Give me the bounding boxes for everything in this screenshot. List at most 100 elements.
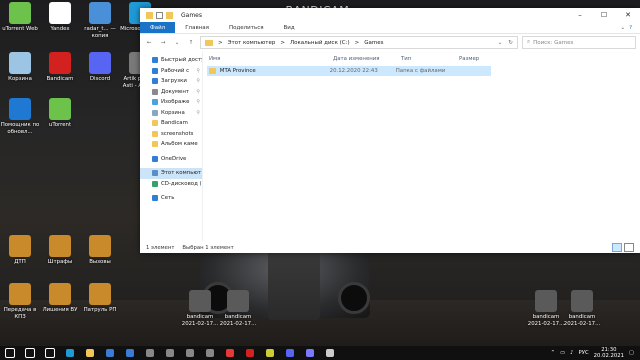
column-name[interactable]: Имя bbox=[207, 56, 333, 62]
sidebar-item[interactable]: Рабочий с ⚲ bbox=[140, 66, 202, 77]
desktop-icon[interactable]: Yandex bbox=[40, 2, 80, 33]
tab-share[interactable]: Поделиться bbox=[219, 22, 274, 33]
desktop-icon[interactable]: bandicam 2021-02-17... bbox=[180, 290, 220, 327]
language-indicator[interactable]: РУС bbox=[579, 350, 589, 356]
clock[interactable]: 21:30 20.02.2021 bbox=[594, 347, 624, 359]
refresh-icon[interactable]: ↻ bbox=[508, 40, 513, 46]
forward-button[interactable]: → bbox=[158, 40, 168, 46]
new-folder-icon[interactable] bbox=[166, 11, 173, 19]
desktop-icon[interactable]: bandicam 2021-02-17... bbox=[218, 290, 258, 327]
expand-ribbon-icon[interactable]: ⌄ bbox=[620, 25, 625, 31]
tab-home[interactable]: Главная bbox=[175, 22, 219, 33]
taskbar-yandex-button[interactable] bbox=[220, 346, 240, 360]
large-icons-view-button[interactable] bbox=[624, 243, 634, 252]
sidebar-item-label: Сеть bbox=[161, 195, 175, 202]
minimize-button[interactable]: – bbox=[568, 11, 592, 19]
taskbar-start-button[interactable] bbox=[0, 346, 20, 360]
desktop-icon[interactable]: Штрафы bbox=[40, 235, 80, 266]
desktop-icon[interactable]: Discord bbox=[80, 52, 120, 83]
desktop-icon[interactable]: ДТП bbox=[0, 235, 40, 266]
title-bar[interactable]: Games – ☐ ✕ bbox=[140, 8, 640, 22]
network-icon[interactable]: ▭ bbox=[560, 350, 565, 356]
breadcrumb-games[interactable]: Games bbox=[364, 40, 383, 46]
address-bar[interactable]: > Этот компьютер > Локальный диск (C:) >… bbox=[200, 36, 518, 49]
desktop-icon-label: radar_t... — копия bbox=[84, 26, 116, 39]
sidebar-item[interactable]: Изображе ⚲ bbox=[140, 97, 202, 108]
shortcut-icon bbox=[9, 2, 31, 24]
shortcut-icon bbox=[89, 2, 111, 24]
up-button[interactable]: ↑ bbox=[186, 40, 196, 46]
pin-icon: ⚲ bbox=[196, 67, 200, 74]
properties-icon[interactable] bbox=[156, 11, 163, 19]
file-row[interactable]: MTA Province 20.12.2020 22:43 Папка с фа… bbox=[207, 66, 491, 76]
desktop-icon[interactable]: bandicam 2021-02-17... bbox=[562, 290, 602, 327]
desktop-icon[interactable]: uTorrent bbox=[40, 98, 80, 129]
sidebar-item[interactable]: Bandicam bbox=[140, 118, 202, 129]
sidebar-item[interactable]: Сеть bbox=[140, 193, 202, 204]
desktop-icon[interactable]: Корзина bbox=[0, 52, 40, 83]
close-button[interactable]: ✕ bbox=[616, 11, 640, 19]
sidebar-item[interactable]: Этот компьют bbox=[140, 168, 202, 179]
store-icon bbox=[106, 349, 114, 357]
desktop-icon[interactable]: radar_t... — копия bbox=[80, 2, 120, 39]
taskbar-app-button[interactable] bbox=[140, 346, 160, 360]
sidebar-item-label: Корзина bbox=[161, 109, 185, 116]
sidebar-item[interactable]: OneDrive bbox=[140, 154, 202, 165]
desktop-icon-label: bandicam 2021-02-17... bbox=[181, 314, 219, 327]
back-button[interactable]: ← bbox=[144, 40, 154, 46]
taskbar-discord-button[interactable] bbox=[280, 346, 300, 360]
desktop-icon-label: Лишения ВУ bbox=[42, 307, 78, 313]
desktop-icon[interactable]: bandicam 2021-02-17... bbox=[526, 290, 566, 327]
taskbar-explorer-button[interactable] bbox=[80, 346, 100, 360]
taskbar-task-view-button[interactable] bbox=[40, 346, 60, 360]
details-view-button[interactable] bbox=[612, 243, 622, 252]
desktop-icon[interactable]: Вызовы bbox=[80, 235, 120, 266]
column-date[interactable]: Дата изменения bbox=[333, 56, 401, 62]
sidebar-item[interactable]: Документ ⚲ bbox=[140, 87, 202, 98]
taskbar-app-button[interactable] bbox=[260, 346, 280, 360]
sidebar-item[interactable]: Корзина ⚲ bbox=[140, 108, 202, 119]
desktop-icon[interactable]: Лишения ВУ bbox=[40, 283, 80, 314]
sidebar-item[interactable]: Альбом каме bbox=[140, 139, 202, 150]
column-type[interactable]: Тип bbox=[401, 56, 459, 62]
maximize-button[interactable]: ☐ bbox=[592, 11, 616, 19]
sidebar-item[interactable]: screenshots bbox=[140, 129, 202, 140]
explorer-window[interactable]: Games – ☐ ✕ Файл Главная Поделиться Вид … bbox=[140, 8, 640, 253]
sidebar-item[interactable]: Быстрый досту bbox=[140, 55, 202, 66]
desktop-icon-label: ДТП bbox=[14, 259, 26, 265]
disc-icon bbox=[152, 180, 158, 187]
show-hidden-icons[interactable]: ⌃ bbox=[551, 350, 555, 356]
column-size[interactable]: Размер bbox=[459, 56, 499, 62]
notifications-icon[interactable]: ▢ bbox=[629, 350, 634, 356]
tab-file[interactable]: Файл bbox=[140, 22, 176, 33]
shortcut-icon bbox=[89, 52, 111, 74]
taskbar-app-button[interactable] bbox=[180, 346, 200, 360]
taskbar-mail-button[interactable] bbox=[120, 346, 140, 360]
recycle-bin-icon bbox=[152, 109, 158, 116]
taskbar-app-button[interactable] bbox=[160, 346, 180, 360]
taskbar-app-button[interactable] bbox=[300, 346, 320, 360]
desktop-icon[interactable]: Bandicam bbox=[40, 52, 80, 83]
breadcrumb-this-pc[interactable]: Этот компьютер bbox=[228, 40, 276, 46]
search-input[interactable]: ⌕ Поиск: Games bbox=[522, 36, 636, 49]
taskbar-app-button[interactable] bbox=[320, 346, 340, 360]
help-icon[interactable]: ? bbox=[629, 25, 632, 31]
address-dropdown-icon[interactable]: ⌄ bbox=[498, 40, 503, 46]
folder-icon bbox=[205, 39, 213, 46]
taskbar-app-button[interactable] bbox=[200, 346, 220, 360]
volume-icon[interactable]: ♪ bbox=[570, 350, 573, 356]
taskbar-edge-button[interactable] bbox=[60, 346, 80, 360]
desktop-icon[interactable]: Помощник по обновл... bbox=[0, 98, 40, 135]
breadcrumb-local-disk[interactable]: Локальный диск (C:) bbox=[290, 40, 350, 46]
desktop-icon[interactable]: Патруль РП bbox=[80, 283, 120, 314]
pin-icon: ⚲ bbox=[196, 109, 200, 116]
desktop-icon[interactable]: Передача в КПЗ bbox=[0, 283, 40, 320]
taskbar-store-button[interactable] bbox=[100, 346, 120, 360]
taskbar-bandicam-button[interactable] bbox=[240, 346, 260, 360]
desktop-icon[interactable]: uTorrent Web bbox=[0, 2, 40, 33]
recent-locations-icon[interactable]: ⌄ bbox=[172, 40, 182, 46]
sidebar-item[interactable]: Загрузки ⚲ bbox=[140, 76, 202, 87]
tab-view[interactable]: Вид bbox=[274, 22, 305, 33]
sidebar-item[interactable]: CD-дисковод (I bbox=[140, 179, 202, 190]
taskbar-search-button[interactable] bbox=[20, 346, 40, 360]
